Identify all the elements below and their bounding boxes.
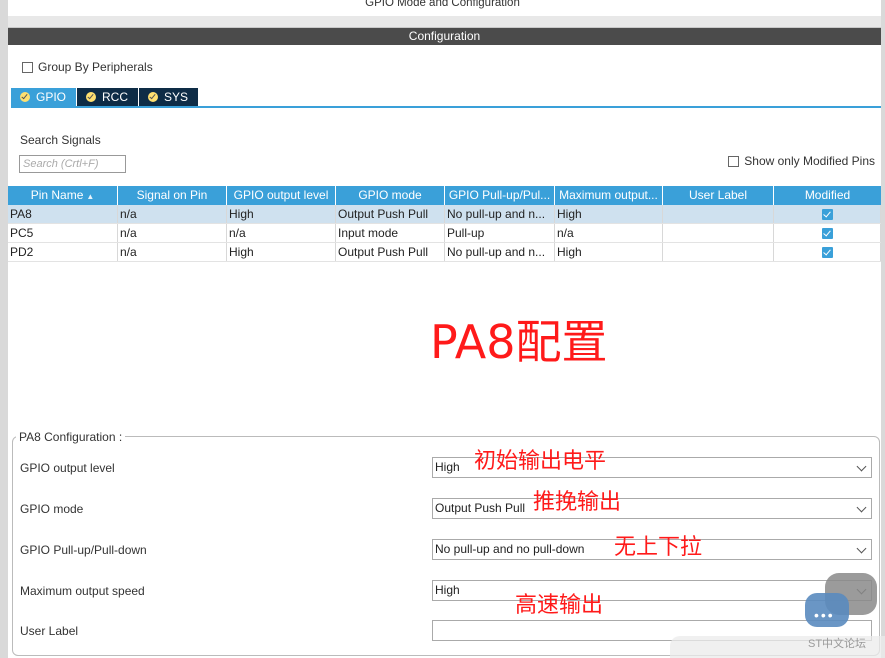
check-circle-icon (86, 92, 97, 102)
title-separator (8, 16, 881, 28)
column-header-signal[interactable]: Signal on Pin (118, 186, 227, 205)
show-only-modified-checkbox[interactable]: Show only Modified Pins (728, 154, 875, 168)
cell-pull: No pull-up and n... (445, 243, 555, 261)
chevron-down-icon (856, 502, 867, 513)
pin-table: Pin Name ▲ Signal on Pin GPIO output leve… (8, 186, 881, 262)
annotation-no-pull: 无上下拉 (614, 535, 703, 560)
peripheral-tabs: GPIO RCC SYS (11, 88, 200, 106)
tab-rcc-label: RCC (102, 90, 129, 104)
cell-mode: Input mode (336, 224, 445, 242)
table-header-row: Pin Name ▲ Signal on Pin GPIO output leve… (8, 186, 881, 205)
checkbox-icon[interactable] (728, 155, 740, 167)
tab-sys[interactable]: SYS (139, 88, 200, 106)
cell-user-label (663, 243, 774, 261)
annotation-initial-output-level: 初始输出电平 (474, 449, 607, 474)
table-row[interactable]: PD2 n/a High Output Push Pull No pull-up… (8, 243, 881, 262)
gpio-mode-select[interactable]: Output Push Pull (432, 498, 872, 519)
checked-checkbox-icon[interactable] (821, 247, 833, 259)
cell-pull: No pull-up and n... (445, 205, 555, 223)
cell-signal: n/a (118, 205, 227, 223)
cell-modified[interactable] (774, 205, 881, 223)
chevron-down-icon (856, 461, 867, 472)
cell-mode: Output Push Pull (336, 243, 445, 261)
chevron-down-icon (856, 543, 867, 554)
column-header-output-level[interactable]: GPIO output level (227, 186, 336, 205)
column-header-pin-name[interactable]: Pin Name ▲ (8, 186, 118, 205)
show-only-modified-label: Show only Modified Pins (744, 154, 875, 168)
annotation-push-pull: 推挽输出 (533, 490, 622, 515)
user-label-label: User Label (20, 624, 79, 638)
st-forum-watermark: ••• ST中文论坛 (805, 573, 877, 653)
check-circle-icon (20, 92, 30, 102)
column-header-max-speed[interactable]: Maximum output... (555, 186, 663, 205)
column-header-modified[interactable]: Modified (774, 186, 881, 205)
column-header-pull[interactable]: GPIO Pull-up/Pul... (445, 186, 555, 205)
column-header-user-label[interactable]: User Label (663, 186, 774, 205)
gpio-output-level-value: High (435, 460, 460, 474)
checked-checkbox-icon[interactable] (821, 209, 833, 221)
search-signals-label: Search Signals (20, 133, 101, 147)
table-row[interactable]: PC5 n/a n/a Input mode Pull-up n/a (8, 224, 881, 243)
gpio-pull-value: No pull-up and no pull-down (435, 542, 585, 556)
cell-pull: Pull-up (445, 224, 555, 242)
gpio-output-level-label: GPIO output level (20, 461, 115, 475)
cell-speed: High (555, 205, 663, 223)
annotation-high-speed: 高速输出 (515, 593, 604, 618)
cell-speed: n/a (555, 224, 663, 242)
checked-checkbox-icon[interactable] (821, 228, 833, 240)
max-output-speed-label: Maximum output speed (20, 584, 145, 598)
cell-user-label (663, 224, 774, 242)
configuration-header: Configuration (8, 28, 881, 45)
cell-modified[interactable] (774, 243, 881, 261)
max-output-speed-value: High (435, 583, 460, 597)
gpio-mode-value: Output Push Pull (435, 501, 526, 515)
window-title: GPIO Mode and Configuration (365, 0, 520, 9)
left-border (0, 0, 8, 658)
cell-modified[interactable] (774, 224, 881, 242)
cell-level: High (227, 205, 336, 223)
search-signals-input[interactable]: Search (Crtl+F) (19, 155, 126, 173)
annotation-pa8-config: PA8配置 (430, 315, 608, 369)
table-row[interactable]: PA8 n/a High Output Push Pull No pull-up… (8, 205, 881, 224)
sort-arrow-icon: ▲ (86, 192, 95, 201)
watermark-text: ST中文论坛 (808, 638, 867, 650)
cell-pin: PD2 (8, 243, 118, 261)
cell-user-label (663, 205, 774, 223)
checkbox-icon[interactable] (22, 61, 33, 73)
tab-rcc[interactable]: RCC (77, 88, 140, 106)
dots-icon: ••• (814, 607, 835, 623)
tab-gpio-label: GPIO (36, 90, 67, 104)
cell-pin: PC5 (8, 224, 118, 242)
stm32cubemx-gpio-config-screen: GPIO Mode and Configuration Configuratio… (0, 0, 885, 658)
cell-pin: PA8 (8, 205, 118, 223)
check-circle-icon (148, 92, 159, 102)
tab-sys-label: SYS (164, 90, 189, 104)
pa8-configuration-legend: PA8 Configuration : (16, 430, 126, 444)
group-by-peripherals-label: Group By Peripherals (38, 60, 153, 74)
cell-mode: Output Push Pull (336, 205, 445, 223)
cell-level: High (227, 243, 336, 261)
gpio-pull-label: GPIO Pull-up/Pull-down (20, 543, 147, 557)
tabs-underline (11, 106, 881, 108)
group-by-peripherals-checkbox[interactable]: Group By Peripherals (22, 60, 153, 74)
cell-signal: n/a (118, 224, 227, 242)
column-header-gpio-mode[interactable]: GPIO mode (336, 186, 445, 205)
right-border (881, 0, 885, 658)
tab-gpio[interactable]: GPIO (11, 88, 78, 106)
cell-signal: n/a (118, 243, 227, 261)
gpio-mode-label: GPIO mode (20, 502, 84, 516)
cell-level: n/a (227, 224, 336, 242)
cell-speed: High (555, 243, 663, 261)
